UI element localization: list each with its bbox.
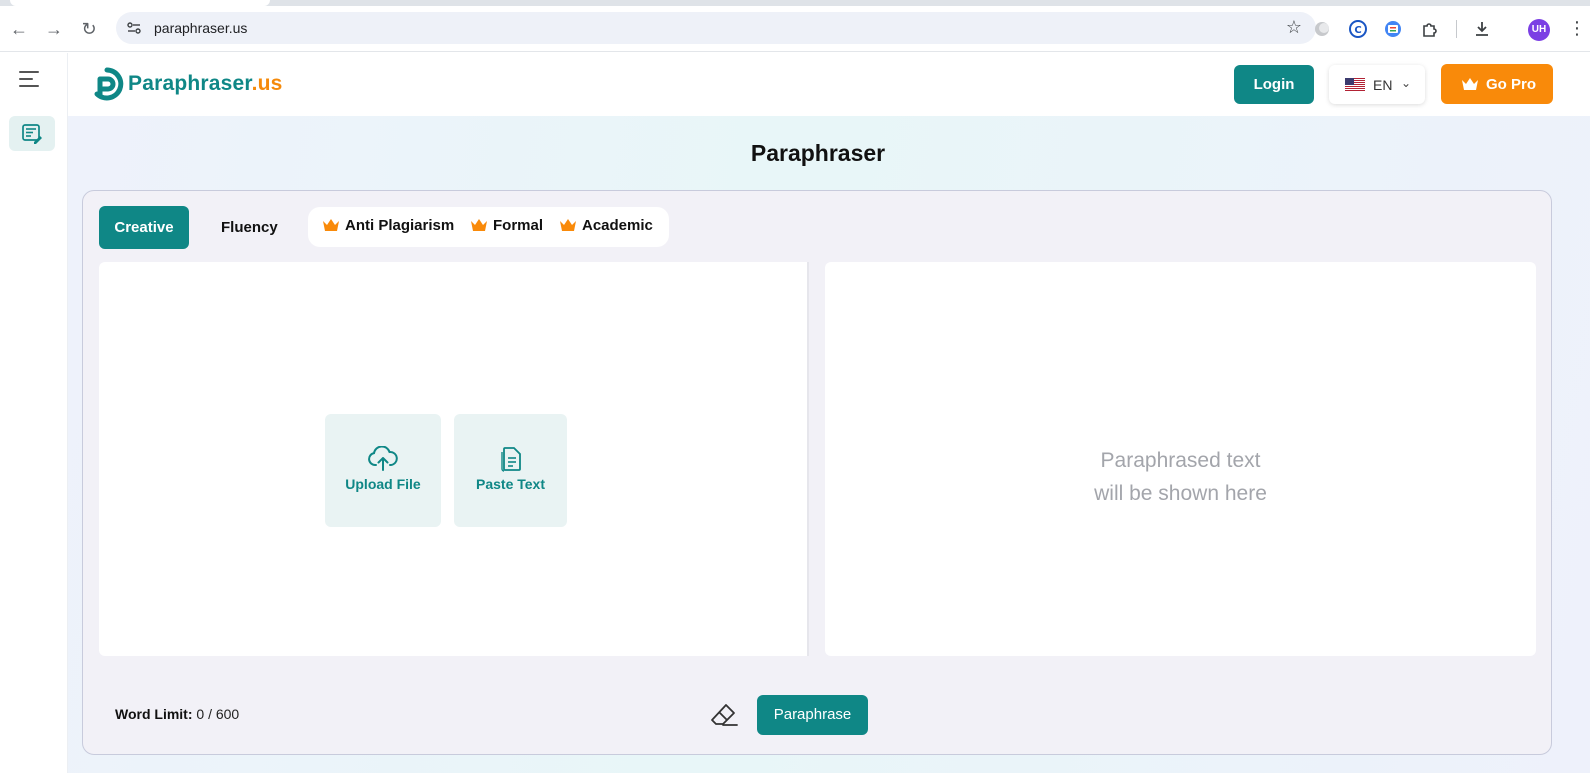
sidebar — [0, 53, 68, 773]
address-bar[interactable]: paraphraser.us ☆ — [116, 12, 1316, 44]
site-logo[interactable]: Paraphraser.us — [90, 67, 283, 101]
hamburger-icon[interactable] — [19, 71, 39, 87]
tab-academic-label: Academic — [582, 217, 653, 234]
bookmark-star-icon[interactable]: ☆ — [1286, 17, 1302, 38]
paraphrase-button[interactable]: Paraphrase — [757, 695, 868, 735]
logo-text: Paraphraser.us — [128, 72, 283, 96]
cloud-upload-icon — [368, 446, 398, 471]
download-icon[interactable] — [1472, 19, 1492, 39]
tab-creative[interactable]: Creative — [99, 206, 189, 249]
word-limit-colon: : — [187, 706, 193, 722]
crown-icon — [323, 219, 339, 231]
input-panel[interactable]: Upload File Paste Text — [99, 262, 809, 656]
tab-anti-plagiarism[interactable]: Anti Plagiarism — [322, 217, 454, 234]
back-icon[interactable]: ← — [8, 18, 30, 40]
paraphrase-tool-icon — [22, 124, 42, 144]
word-limit-value: 0 / 600 — [196, 706, 240, 722]
language-selector[interactable]: EN ⌄ — [1329, 65, 1425, 104]
go-pro-label: Go Pro — [1486, 76, 1537, 93]
logo-main: Paraphraser — [128, 72, 252, 95]
paste-text-button[interactable]: Paste Text — [454, 414, 567, 527]
browser-toolbar: ← → ↻ paraphraser.us ☆ C UH ⋮ — [0, 6, 1590, 52]
premium-modes-group: Anti Plagiarism Formal Academic — [308, 207, 669, 247]
profile-avatar[interactable]: UH — [1528, 19, 1550, 41]
paste-text-label: Paste Text — [476, 476, 545, 492]
svg-text:C: C — [1354, 25, 1361, 36]
language-code: EN — [1373, 77, 1393, 93]
toolbar-divider — [1456, 20, 1457, 38]
word-limit-label: Word Limit — [115, 706, 188, 722]
chevron-down-icon: ⌄ — [1401, 76, 1412, 90]
tab-formal-label: Formal — [493, 217, 544, 234]
site-header: Paraphraser.us Login EN ⌄ Go Pro — [68, 53, 1590, 116]
go-pro-button[interactable]: Go Pro — [1441, 64, 1553, 104]
document-icon — [501, 447, 521, 472]
logo-tld: .us — [251, 72, 283, 95]
extension-icon[interactable] — [1312, 19, 1332, 39]
word-limit: Word Limit: 0 / 600 — [115, 706, 239, 722]
paraphraser-card: Creative Fluency Anti Plagiarism Formal … — [82, 190, 1552, 755]
output-placeholder-line1: Paraphrased text — [1100, 449, 1261, 472]
upload-file-label: Upload File — [345, 476, 421, 492]
crown-icon — [560, 219, 576, 231]
output-placeholder-line2: will be shown here — [1094, 482, 1267, 505]
browser-menu-icon[interactable]: ⋮ — [1568, 18, 1586, 39]
output-panel: Paraphrased text will be shown here — [825, 262, 1536, 656]
eraser-icon[interactable] — [709, 701, 739, 729]
login-button[interactable]: Login — [1234, 65, 1314, 104]
tab-anti-plagiarism-label: Anti Plagiarism — [345, 217, 455, 234]
tab-fluency[interactable]: Fluency — [221, 206, 278, 249]
crown-icon — [471, 219, 487, 231]
crown-icon — [1462, 78, 1478, 90]
main-content: Paraphraser Creative Fluency Anti Plagia… — [68, 116, 1590, 773]
copyright-extension-icon[interactable]: C — [1348, 19, 1368, 39]
extensions-puzzle-icon[interactable] — [1420, 19, 1440, 39]
page-title: Paraphraser — [750, 140, 886, 166]
sidebar-item-paraphraser[interactable] — [9, 116, 55, 151]
logo-mark-icon — [94, 67, 124, 101]
upload-file-button[interactable]: Upload File — [325, 414, 441, 527]
forward-icon[interactable]: → — [43, 18, 65, 40]
translate-extension-icon[interactable] — [1383, 19, 1403, 39]
url-text[interactable]: paraphraser.us — [154, 20, 247, 36]
site-settings-icon[interactable] — [126, 20, 142, 36]
output-placeholder: Paraphrased text will be shown here — [825, 444, 1536, 510]
tab-academic[interactable]: Academic — [559, 217, 653, 234]
tab-formal[interactable]: Formal — [470, 217, 543, 234]
us-flag-icon — [1345, 78, 1365, 91]
reload-icon[interactable]: ↻ — [78, 18, 100, 40]
